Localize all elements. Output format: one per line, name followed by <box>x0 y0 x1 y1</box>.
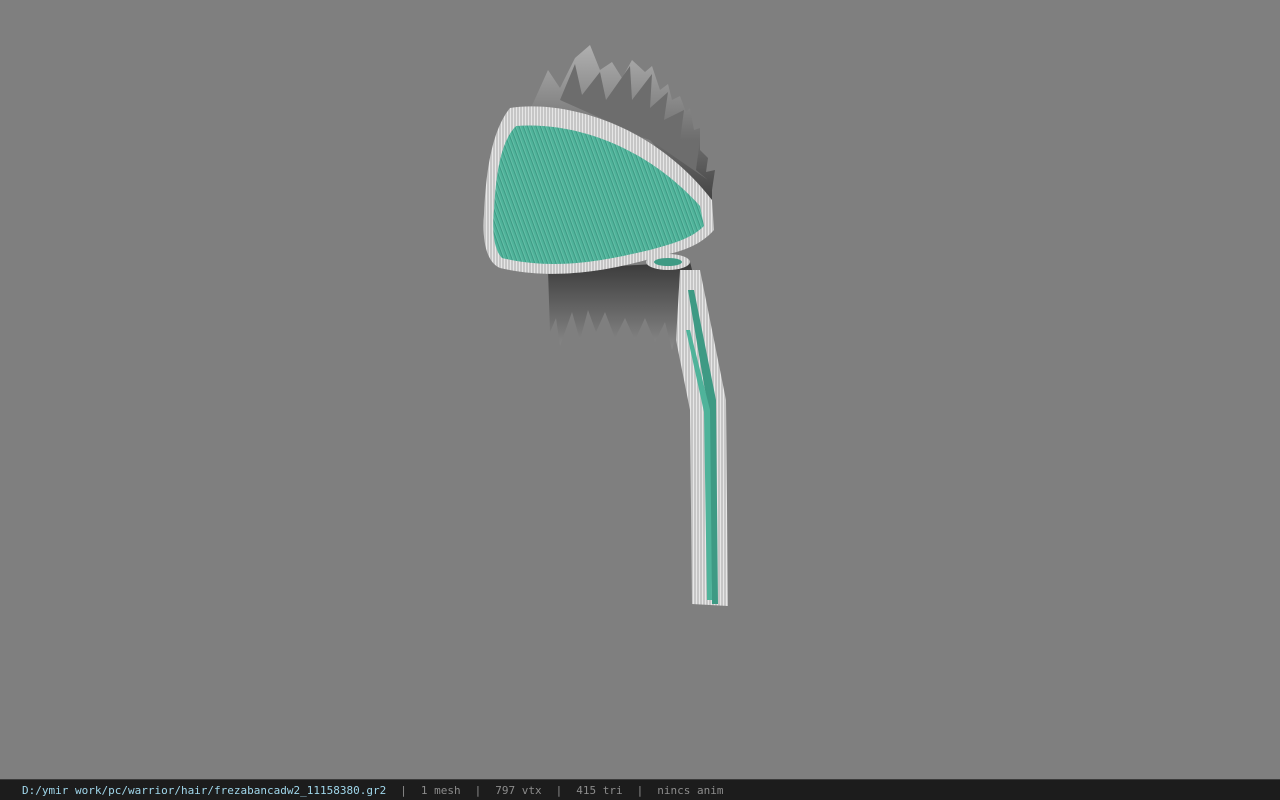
mesh-count: 1 mesh <box>420 783 461 797</box>
separator: | <box>474 783 482 797</box>
hair-model-icon <box>483 45 728 606</box>
triangle-count: 415 tri <box>576 783 623 797</box>
3d-viewport[interactable] <box>0 0 1280 779</box>
file-path: D:/ymir work/pc/warrior/hair/frezabancad… <box>22 783 387 797</box>
vertex-count: 797 vtx <box>495 783 542 797</box>
animation-status: nincs anim <box>657 783 724 797</box>
status-bar: D:/ymir work/pc/warrior/hair/frezabancad… <box>0 779 1280 800</box>
separator: | <box>636 783 644 797</box>
separator: | <box>555 783 563 797</box>
bandana-tail <box>676 270 728 606</box>
separator: | <box>400 783 407 797</box>
